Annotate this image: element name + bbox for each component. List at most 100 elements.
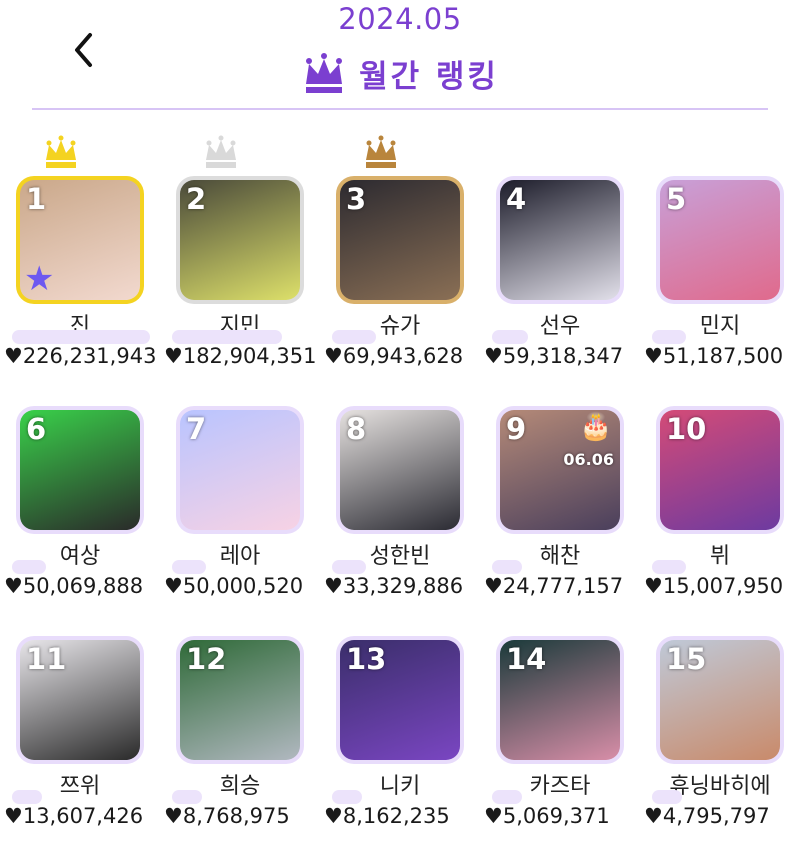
vote-count-value: 5,069,371 (502, 804, 610, 828)
profile-photo: 7 (180, 410, 300, 530)
rank-number: 12 (186, 642, 227, 676)
score-bar (172, 330, 282, 344)
rank-number: 7 (186, 412, 207, 446)
score-bar (492, 790, 522, 804)
score-bar (332, 330, 376, 344)
ranking-card[interactable]: 9 🎂 06.06 해찬 ♥24,777,157 (480, 348, 640, 598)
score-bar (492, 330, 528, 344)
rank-number: 3 (346, 182, 367, 216)
score-bar (172, 790, 202, 804)
score-bar (652, 790, 682, 804)
profile-photo: 5 (660, 180, 780, 300)
vote-count: ♥5,069,371 (484, 804, 644, 828)
rank-number: 13 (346, 642, 387, 676)
rank-number: 10 (666, 412, 707, 446)
score-bar (12, 330, 150, 344)
ranking-card[interactable]: 7 레아 ♥50,000,520 (160, 348, 320, 598)
rank-number: 11 (26, 642, 67, 676)
ranking-period: 2024.05 (338, 2, 462, 36)
ranking-card[interactable]: 14 카즈타 ♥5,069,371 (480, 578, 640, 828)
rank-number: 5 (666, 182, 687, 216)
ranking-card[interactable]: 1 ★ 진 ♥226,231,943 (0, 118, 160, 368)
profile-photo-frame[interactable]: 11 (16, 636, 144, 764)
crown-icon (46, 135, 76, 168)
profile-photo: 4 (500, 180, 620, 300)
heart-icon: ♥ (4, 804, 23, 828)
heart-icon: ♥ (644, 804, 663, 828)
profile-photo: 11 (20, 640, 140, 760)
page-title: 월간 랭킹 (0, 50, 800, 96)
ranking-card[interactable]: 5 민지 ♥51,187,500 (640, 118, 800, 368)
profile-photo-frame[interactable]: 6 (16, 406, 144, 534)
profile-photo: 1 ★ (20, 180, 140, 300)
vote-count: ♥8,162,235 (324, 804, 484, 828)
ranking-card[interactable]: 8 성한빈 ♥33,329,886 (320, 348, 480, 598)
profile-photo-frame[interactable]: 10 (656, 406, 784, 534)
profile-photo-frame[interactable]: 1 ★ (16, 176, 144, 304)
crown-icon (306, 53, 343, 93)
vote-count-value: 4,795,797 (662, 804, 770, 828)
rank-number: 8 (346, 412, 367, 446)
vote-count-value: 8,162,235 (342, 804, 450, 828)
header-divider (32, 108, 768, 110)
heart-icon: ♥ (164, 804, 183, 828)
score-bar (12, 790, 42, 804)
rank-number: 2 (186, 182, 207, 216)
profile-photo: 9 🎂 06.06 (500, 410, 620, 530)
vote-count: ♥13,607,426 (4, 804, 164, 828)
score-bar (12, 560, 46, 574)
profile-photo: 12 (180, 640, 300, 760)
score-bar (492, 560, 522, 574)
ranking-grid: 1 ★ 진 ♥226,231,943 2 지민 ♥182,904,351 3 슈가 ♥69,943… (0, 118, 800, 856)
score-bar (652, 560, 686, 574)
profile-photo-frame[interactable]: 3 (336, 176, 464, 304)
profile-photo-frame[interactable]: 5 (656, 176, 784, 304)
ranking-card[interactable]: 3 슈가 ♥69,943,628 (320, 118, 480, 368)
score-bar (332, 560, 366, 574)
vote-count-value: 8,768,975 (182, 804, 290, 828)
score-bar (332, 790, 362, 804)
profile-photo-frame[interactable]: 2 (176, 176, 304, 304)
profile-photo: 6 (20, 410, 140, 530)
ranking-card[interactable]: 12 희승 ♥8,768,975 (160, 578, 320, 828)
profile-photo-frame[interactable]: 15 (656, 636, 784, 764)
ranking-card[interactable]: 15 휴닝바히에 ♥4,795,797 (640, 578, 800, 828)
vote-count: ♥4,795,797 (644, 804, 800, 828)
profile-photo: 15 (660, 640, 780, 760)
star-icon: ★ (24, 259, 55, 299)
profile-photo-frame[interactable]: 12 (176, 636, 304, 764)
ranking-card[interactable]: 13 니키 ♥8,162,235 (320, 578, 480, 828)
ranking-card[interactable]: 2 지민 ♥182,904,351 (160, 118, 320, 368)
profile-photo: 10 (660, 410, 780, 530)
profile-photo-frame[interactable]: 8 (336, 406, 464, 534)
profile-photo: 8 (340, 410, 460, 530)
profile-photo: 13 (340, 640, 460, 760)
crown-icon (206, 135, 236, 168)
ranking-card[interactable]: 6 여상 ♥50,069,888 (0, 348, 160, 598)
heart-icon: ♥ (324, 804, 343, 828)
header: 2024.05 월간 랭킹 (0, 0, 800, 110)
vote-count: ♥8,768,975 (164, 804, 324, 828)
score-bar (652, 330, 686, 344)
score-bar (172, 560, 206, 574)
vote-count-value: 13,607,426 (22, 804, 144, 828)
rank-number: 14 (506, 642, 547, 676)
profile-photo: 2 (180, 180, 300, 300)
profile-photo-frame[interactable]: 9 🎂 06.06 (496, 406, 624, 534)
ranking-card[interactable]: 11 쯔위 ♥13,607,426 (0, 578, 160, 828)
rank-number: 4 (506, 182, 527, 216)
profile-photo-frame[interactable]: 14 (496, 636, 624, 764)
ranking-card[interactable]: 10 뷔 ♥15,007,950 (640, 348, 800, 598)
rank-number: 9 (506, 412, 527, 446)
profile-photo: 3 (340, 180, 460, 300)
birthday-date: 06.06 (563, 450, 614, 469)
rank-number: 15 (666, 642, 707, 676)
rank-number: 1 (26, 182, 47, 216)
birthday-cake-icon: 🎂 (579, 412, 612, 442)
profile-photo-frame[interactable]: 4 (496, 176, 624, 304)
profile-photo-frame[interactable]: 7 (176, 406, 304, 534)
profile-photo: 14 (500, 640, 620, 760)
profile-photo-frame[interactable]: 13 (336, 636, 464, 764)
rank-number: 6 (26, 412, 47, 446)
ranking-card[interactable]: 4 선우 ♥59,318,347 (480, 118, 640, 368)
